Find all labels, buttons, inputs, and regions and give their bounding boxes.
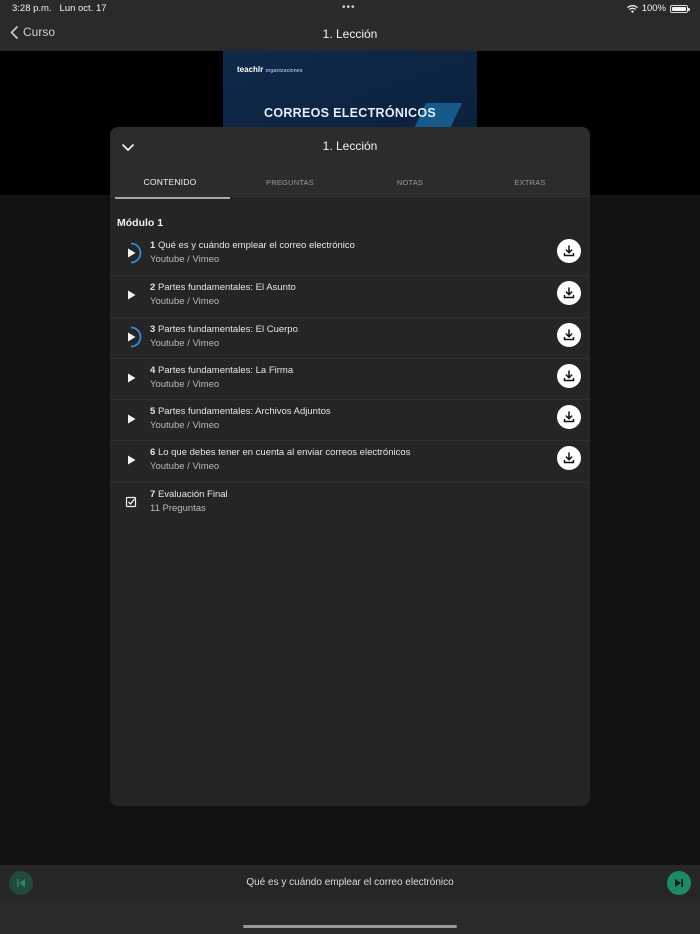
download-button[interactable] (557, 281, 581, 306)
video-headline: CORREOS ELECTRÓNICOS (264, 106, 436, 120)
list-item[interactable]: 4 Partes fundamentales: La Firma Youtube… (110, 357, 590, 399)
lesson-subtitle: 11 Preguntas (150, 502, 206, 514)
play-icon (120, 449, 142, 471)
list-item[interactable]: 1 Qué es y cuándo emplear el correo elec… (110, 234, 590, 275)
lesson-title: 7 Evaluación Final (150, 488, 228, 500)
checkbox-icon (120, 491, 142, 513)
sheet-header: 1. Lección (110, 127, 590, 166)
download-icon (563, 287, 575, 299)
play-progress-icon (120, 242, 142, 264)
home-area (0, 900, 700, 934)
play-progress-icon (120, 326, 142, 348)
tab-contenido[interactable]: CONTENIDO (110, 166, 230, 199)
download-icon (563, 452, 575, 464)
now-playing-title: Qué es y cuándo emplear el correo electr… (246, 877, 454, 888)
list-item[interactable]: 3 Partes fundamentales: El Cuerpo Youtub… (110, 316, 590, 358)
download-button[interactable] (557, 446, 581, 471)
lesson-subtitle: Youtube / Vimeo (150, 337, 220, 349)
lesson-title: 5 Partes fundamentales: Archivos Adjunto… (150, 406, 331, 418)
lesson-subtitle: Youtube / Vimeo (150, 378, 220, 390)
list-item[interactable]: 2 Partes fundamentales: El Asunto Youtub… (110, 275, 590, 316)
lesson-title: 2 Partes fundamentales: El Asunto (150, 282, 296, 294)
page-title: 1. Lección (322, 27, 378, 41)
lesson-subtitle: Youtube / Vimeo (150, 461, 220, 473)
tab-preguntas[interactable]: PREGUNTAS (230, 166, 350, 198)
status-time: 3:28 p.m. Lun oct. 17 (12, 3, 107, 14)
download-button[interactable] (557, 239, 581, 263)
tab-extras[interactable]: EXTRAS (470, 166, 590, 198)
sheet-title: 1. Lección (322, 139, 378, 153)
download-button[interactable] (557, 322, 581, 347)
lesson-title: 6 Lo que debes tener en cuenta al enviar… (150, 447, 411, 459)
lesson-content-sheet: 1. Lección CONTENIDO PREGUNTAS NOTAS EXT… (110, 127, 590, 806)
battery-icon (670, 4, 690, 13)
next-button[interactable] (667, 871, 691, 895)
multitasking-dots-icon[interactable]: ••• (342, 2, 356, 13)
status-bar: 3:28 p.m. Lun oct. 17 ••• 100% (0, 0, 700, 18)
home-indicator[interactable] (243, 925, 457, 928)
download-icon (563, 328, 575, 340)
lesson-list: 1 Qué es y cuándo emplear el correo elec… (110, 234, 590, 523)
lesson-title: 3 Partes fundamentales: El Cuerpo (150, 323, 298, 335)
battery-percent: 100% (641, 3, 666, 14)
play-icon (120, 284, 142, 306)
list-item[interactable]: 7 Evaluación Final 11 Preguntas (110, 481, 590, 523)
play-icon (120, 367, 142, 389)
list-item[interactable]: 6 Lo que debes tener en cuenta al enviar… (110, 440, 590, 481)
player-bar: Qué es y cuándo emplear el correo electr… (0, 865, 700, 900)
download-icon (563, 245, 575, 257)
wifi-icon (626, 4, 638, 13)
lesson-title: 1 Qué es y cuándo emplear el correo elec… (150, 240, 355, 251)
download-button[interactable] (557, 363, 581, 388)
lesson-subtitle: Youtube / Vimeo (150, 420, 220, 432)
status-right: 100% (626, 3, 690, 14)
lesson-title: 4 Partes fundamentales: La Firma (150, 364, 294, 376)
download-button[interactable] (557, 405, 581, 430)
list-item[interactable]: 5 Partes fundamentales: Archivos Adjunto… (110, 399, 590, 440)
tab-notas[interactable]: NOTAS (350, 166, 470, 198)
download-icon (563, 411, 575, 423)
play-icon (120, 408, 142, 430)
skip-next-icon (675, 879, 683, 887)
brand-logo: teachlr organizaciones (237, 65, 303, 74)
module-title: Módulo 1 (117, 217, 164, 229)
lesson-subtitle: Youtube / Vimeo (150, 296, 220, 308)
lesson-subtitle: Youtube / Vimeo (150, 254, 220, 265)
tab-bar: CONTENIDO PREGUNTAS NOTAS EXTRAS (110, 166, 590, 199)
download-icon (563, 370, 575, 382)
nav-bar: Curso 1. Lección (0, 18, 700, 51)
